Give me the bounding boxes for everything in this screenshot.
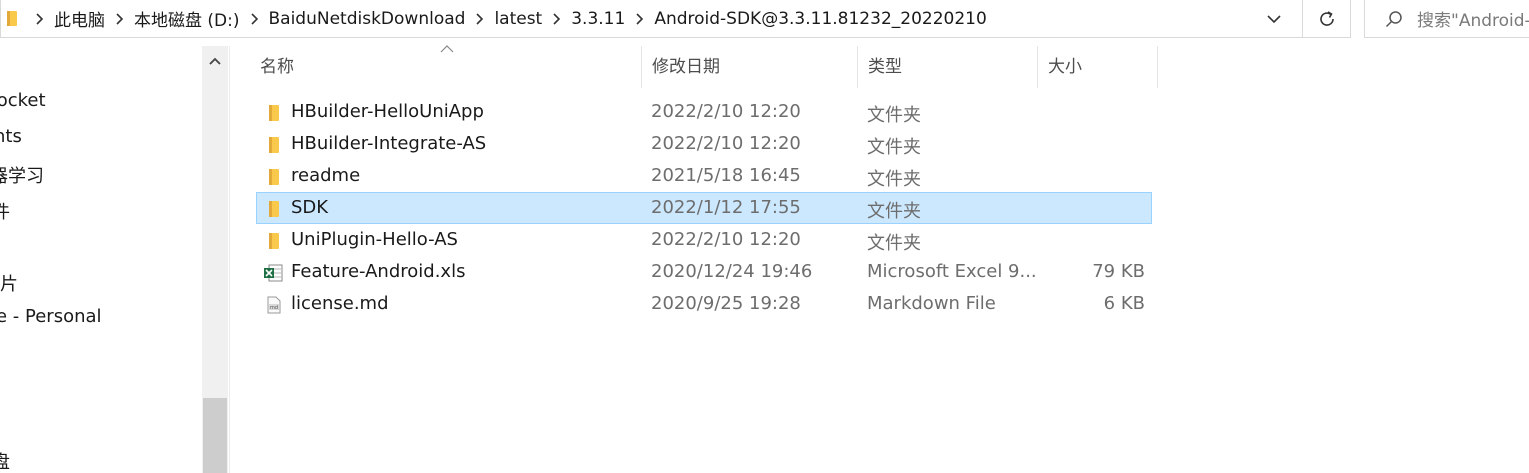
folder-icon [263, 104, 283, 122]
breadcrumb-version[interactable]: 3.3.11 [571, 9, 625, 29]
file-date-modified: 2022/2/10 12:20 [651, 101, 801, 122]
refresh-button[interactable] [1303, 0, 1351, 38]
breadcrumb-local-disk[interactable]: 本地磁盘 (D:) [134, 6, 240, 31]
file-row[interactable]: Feature-Android.xls 2020/12/24 19:46 Micro… [256, 256, 1152, 288]
search-box[interactable]: 搜索"Android-SDK@3.3.11.81232_20220210" [1364, 0, 1529, 38]
file-name: Feature-Android.xls [291, 261, 466, 282]
file-name: license.md [291, 293, 389, 314]
file-name: UniPlugin-Hello-AS [291, 229, 458, 250]
column-header-name[interactable]: 名称 [250, 46, 642, 88]
folder-icon [263, 168, 283, 186]
file-size: 6 KB [1103, 293, 1145, 314]
chevron-right-icon[interactable] [115, 12, 124, 25]
scrollbar-thumb[interactable] [203, 398, 227, 473]
file-date-modified: 2022/2/10 12:20 [651, 133, 801, 154]
folder-icon [263, 136, 283, 154]
file-row[interactable]: readme 2021/5/18 16:45 文件夹 [256, 160, 1152, 192]
chevron-right-icon[interactable] [635, 12, 644, 25]
nav-item-wrocket[interactable]: wrocket [0, 90, 202, 111]
pane-divider[interactable] [229, 46, 230, 473]
nav-item-disk[interactable]: 盘 [0, 448, 202, 473]
file-name: HBuilder-Integrate-AS [291, 133, 487, 154]
address-history-dropdown[interactable] [1263, 8, 1285, 30]
column-header-date-modified[interactable]: 修改日期 [642, 46, 858, 88]
breadcrumb-this-pc[interactable]: 此电脑 [54, 6, 105, 31]
scroll-up-button[interactable] [202, 46, 228, 76]
breadcrumb-android-sdk[interactable]: Android-SDK@3.3.11.81232_20220210 [654, 9, 986, 29]
file-row[interactable]: HBuilder-HelloUniApp 2022/2/10 12:20 文件夹 [256, 96, 1152, 128]
file-row[interactable]: HBuilder-Integrate-AS 2022/2/10 12:20 文件夹 [256, 128, 1152, 160]
svg-text:md: md [270, 305, 278, 311]
nav-item-onedrive-personal[interactable]: e - Personal [0, 306, 202, 327]
chevron-right-icon [36, 12, 44, 25]
refresh-icon [1319, 10, 1334, 26]
chevron-right-icon[interactable] [475, 12, 484, 25]
file-name: readme [291, 165, 361, 186]
file-type: 文件夹 [867, 169, 921, 190]
file-date-modified: 2020/12/24 19:46 [651, 261, 813, 282]
nav-item-photos[interactable]: 照片 [0, 270, 202, 296]
file-size: 79 KB [1092, 261, 1145, 282]
navigation-pane: wrocket nts 器学习 件 照片 e - Personal 盘 [0, 46, 202, 473]
file-type: 文件夹 [867, 137, 921, 158]
chevron-up-icon [209, 57, 221, 65]
nav-item-ml[interactable]: 器学习 [0, 162, 202, 188]
file-row[interactable]: md license.md 2020/9/25 19:28 Markdown File… [256, 288, 1152, 320]
breadcrumb-latest[interactable]: latest [494, 9, 542, 29]
chevron-down-icon [1267, 14, 1281, 23]
search-icon [1385, 10, 1402, 27]
chevron-right-icon[interactable] [250, 12, 259, 25]
file-name: SDK [291, 197, 329, 218]
file-name: HBuilder-HelloUniApp [291, 101, 484, 122]
file-row[interactable]: UniPlugin-Hello-AS 2022/2/10 12:20 文件夹 [256, 224, 1152, 256]
file-date-modified: 2020/9/25 19:28 [651, 293, 801, 314]
file-type: 文件夹 [867, 201, 921, 222]
nav-item-files[interactable]: 件 [0, 198, 202, 224]
column-header-type[interactable]: 类型 [858, 46, 1038, 88]
folder-icon [7, 11, 17, 26]
file-type: 文件夹 [867, 233, 921, 254]
file-date-modified: 2021/5/18 16:45 [651, 165, 801, 186]
file-date-modified: 2022/1/12 17:55 [651, 197, 801, 218]
nav-item-documents[interactable]: nts [0, 126, 202, 147]
file-row[interactable]: SDK 2022/1/12 17:55 文件夹 [256, 192, 1152, 224]
breadcrumb-baidu-download[interactable]: BaiduNetdiskDownload [269, 9, 466, 29]
column-header-size[interactable]: 大小 [1038, 46, 1158, 88]
folder-icon [263, 232, 283, 250]
excel-file-icon [263, 264, 283, 282]
markdown-file-icon: md [263, 296, 283, 314]
address-bar[interactable]: 此电脑 本地磁盘 (D:) BaiduNetdiskDownload lates… [0, 0, 1303, 38]
search-placeholder: 搜索"Android-SDK@3.3.11.81232_20220210" [1417, 11, 1529, 31]
nav-scrollbar[interactable] [202, 46, 228, 473]
folder-icon [263, 200, 283, 218]
file-type: Microsoft Excel 9... [867, 261, 1037, 282]
chevron-right-icon[interactable] [552, 12, 561, 25]
file-type: 文件夹 [867, 105, 921, 126]
file-date-modified: 2022/2/10 12:20 [651, 229, 801, 250]
file-type: Markdown File [867, 293, 996, 314]
